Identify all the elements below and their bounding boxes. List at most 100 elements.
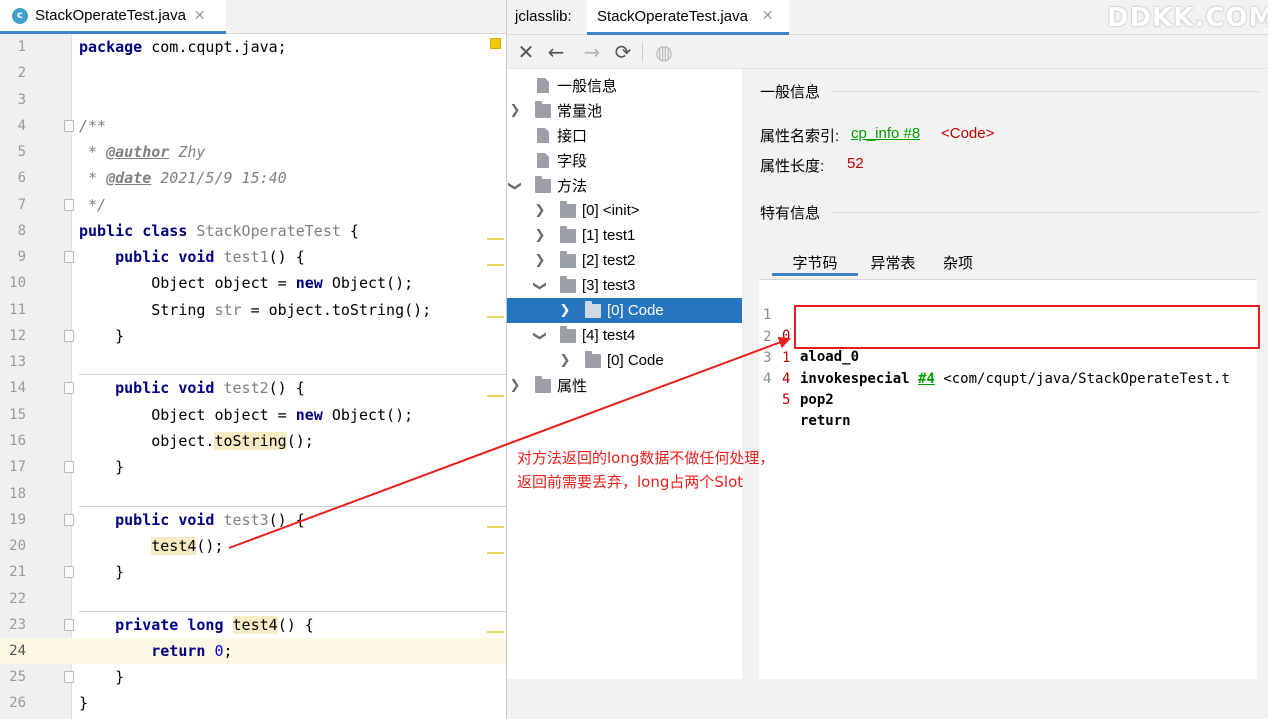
usage-marker[interactable] [487,526,504,528]
cp-info-link[interactable]: cp_info #8 [851,125,920,142]
tree-item-method-init[interactable]: ❯ [0] <init> [507,198,742,223]
code-line: 19 public void test3() { [0,507,506,533]
code-text: String str = object.toString(); [79,301,432,319]
code-text: } [79,327,125,345]
line-number: 2 [17,65,26,81]
fold-toggle-icon[interactable] [64,199,74,211]
usage-marker[interactable] [487,238,504,240]
line-number: 25 [9,669,26,685]
tree-item-attributes[interactable]: ❯ 属性 [507,373,742,398]
editor-tab-label: StackOperateTest.java [35,7,186,24]
section-divider [832,212,1259,213]
name-index-label: 属性名索引: [760,128,840,145]
fold-toggle-icon[interactable] [64,619,74,631]
web-icon[interactable]: ◍ [651,39,677,65]
chevron-right-icon[interactable]: ❯ [509,376,521,396]
code-text: } [79,694,89,712]
tree-item-method-test2[interactable]: ❯ [2] test2 [507,248,742,273]
code-line: 14 public void test2() { [0,375,506,401]
fold-toggle-icon[interactable] [64,330,74,342]
bytecode-listing[interactable]: 1 0 aload_0 2 1 invokespecial #4 <com/cq… [759,279,1260,679]
code-line: 3 [0,87,506,113]
fold-toggle-icon[interactable] [64,514,74,526]
forward-arrow-icon[interactable]: → [579,39,605,65]
tab-exception-table[interactable]: 异常表 [862,248,924,276]
watermark: DDKK.COM [1107,3,1268,33]
usage-marker[interactable] [487,552,504,554]
tree-item-test4-code[interactable]: ❯ [0] Code [507,348,742,373]
usage-marker[interactable] [487,316,504,318]
fold-toggle-icon[interactable] [64,461,74,473]
tab-misc[interactable]: 杂项 [932,248,984,276]
tree-item-method-test3[interactable]: ❯ [3] test3 [507,273,742,298]
line-number: 26 [9,695,26,711]
tree-item-interfaces[interactable]: 接口 [507,123,742,148]
chevron-right-icon[interactable]: ❯ [559,301,571,321]
tree-item-test3-code[interactable]: ❯ [0] Code [507,298,742,323]
folder-icon [535,100,551,118]
chevron-right-icon[interactable]: ❯ [534,251,546,271]
code-text: private long test4() { [79,616,314,634]
line-number: 1 [17,39,26,55]
back-arrow-icon[interactable]: ← [543,39,569,65]
file-icon [537,153,549,168]
code-text: * @date 2021/5/9 15:40 [79,169,287,187]
toolbar-divider [642,42,643,62]
tree-item-method-test1[interactable]: ❯ [1] test1 [507,223,742,248]
fold-toggle-icon[interactable] [64,382,74,394]
code-editor: c StackOperateTest.java ✕ 1 package com.… [0,0,506,719]
usage-marker[interactable] [487,395,504,397]
highlight-box [794,305,1260,349]
tree-item-label: [2] test2 [582,252,636,269]
code-text: } [79,563,125,581]
close-icon[interactable]: ✕ [513,39,539,65]
method-separator [79,506,506,507]
fold-toggle-icon[interactable] [64,566,74,578]
folder-icon [560,250,576,268]
editor-tab-stackoperatetest[interactable]: c StackOperateTest.java ✕ [0,0,226,34]
jclasslib-panel: jclasslib: StackOperateTest.java ✕ DDKK.… [506,0,1268,719]
code-line: 22 [0,586,506,612]
tab-bytecode[interactable]: 字节码 [772,248,858,276]
tree-item-method-test4[interactable]: ❯ [4] test4 [507,323,742,348]
chevron-down-icon[interactable]: ❯ [530,280,550,292]
class-structure-tree[interactable]: 一般信息 ❯ 常量池 接口 字段 ❯ 方法 ❯ [0] <init> ❯ [1]… [507,69,742,679]
close-icon[interactable]: ✕ [194,8,206,24]
code-line: 23 private long test4() { [0,612,506,638]
usage-marker[interactable] [487,264,504,266]
tree-item-general-info[interactable]: 一般信息 [507,73,742,98]
usage-marker[interactable] [487,631,504,633]
line-number: 12 [9,328,26,344]
fold-toggle-icon[interactable] [64,671,74,683]
chevron-right-icon[interactable]: ❯ [534,201,546,221]
code-line: 5 * @author Zhy [0,139,506,165]
tree-item-methods[interactable]: ❯ 方法 [507,173,742,198]
chevron-right-icon[interactable]: ❯ [559,351,571,371]
code-text: * @author Zhy [79,143,206,161]
jclasslib-tab-stackoperatetest[interactable]: StackOperateTest.java ✕ [587,0,789,35]
code-line: 26 } [0,690,506,716]
bytecode-row[interactable]: 4 5 return [759,348,1257,429]
code-text: package com.cqupt.java; [79,38,287,56]
code-line: 9 public void test1() { [0,244,506,270]
chevron-down-icon[interactable]: ❯ [505,180,525,192]
chevron-right-icon[interactable]: ❯ [509,101,521,121]
refresh-icon[interactable]: ⟳ [610,39,636,65]
chevron-right-icon[interactable]: ❯ [534,226,546,246]
file-icon [537,128,549,143]
section-divider [832,91,1259,92]
constant-pool-ref-link[interactable]: #4 [918,371,935,387]
chevron-down-icon[interactable]: ❯ [530,330,550,342]
folder-icon [560,225,576,243]
code-text: public void test3() { [79,511,305,529]
tree-item-constant-pool[interactable]: ❯ 常量池 [507,98,742,123]
fold-toggle-icon[interactable] [64,120,74,132]
close-icon[interactable]: ✕ [762,8,774,24]
editor-tab-bar: c StackOperateTest.java ✕ [0,0,506,34]
line-number: 11 [9,302,26,318]
code-line: 13 [0,349,506,375]
bytecode-row[interactable]: 1 0 aload_0 [759,284,1257,365]
fold-toggle-icon[interactable] [64,251,74,263]
tree-item-fields[interactable]: 字段 [507,148,742,173]
code-text: return 0; [79,642,233,660]
